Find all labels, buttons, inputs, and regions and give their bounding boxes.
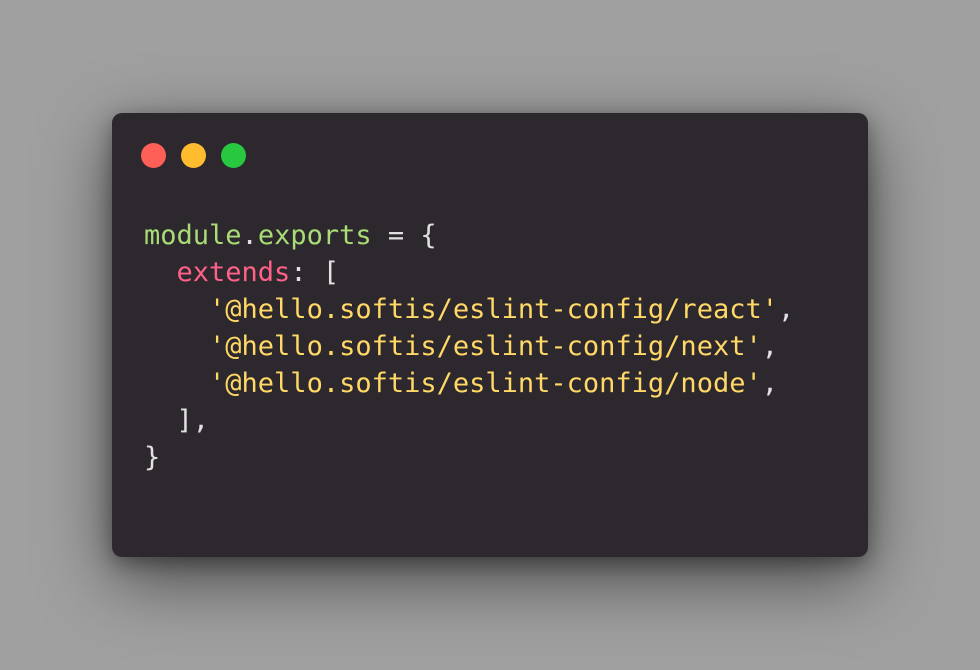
colon-open-bracket: : [ [290, 257, 340, 288]
code-line-4: '@hello.softis/eslint-config/next', [144, 328, 794, 365]
code-line-3: '@hello.softis/eslint-config/react', [144, 291, 794, 328]
window-controls [141, 143, 246, 168]
code-line-7: } [144, 442, 161, 473]
string-literal-react: '@hello.softis/eslint-config/react' [209, 294, 778, 325]
exports-identifier: exports [257, 220, 372, 251]
string-literal-node: '@hello.softis/eslint-config/node' [209, 368, 762, 399]
code-line-1: module.exports = { [144, 217, 794, 254]
comma: , [777, 294, 795, 325]
string-literal-next: '@hello.softis/eslint-config/next' [209, 331, 762, 362]
minimize-button[interactable] [181, 143, 206, 168]
dot-operator: . [241, 220, 258, 251]
assignment-open-brace: = { [371, 220, 437, 251]
code-block: module.exports = { extends: [ '@hello.so… [144, 217, 794, 476]
extends-key: extends [176, 257, 291, 288]
module-identifier: module [144, 220, 242, 251]
code-line-6: ], [144, 405, 210, 436]
close-button[interactable] [141, 143, 166, 168]
comma: , [761, 368, 778, 399]
code-window: module.exports = { extends: [ '@hello.so… [112, 113, 868, 557]
code-line-5: '@hello.softis/eslint-config/node', [144, 365, 794, 402]
code-line-2: extends: [ [144, 254, 794, 291]
maximize-button[interactable] [221, 143, 246, 168]
comma: , [761, 331, 778, 362]
